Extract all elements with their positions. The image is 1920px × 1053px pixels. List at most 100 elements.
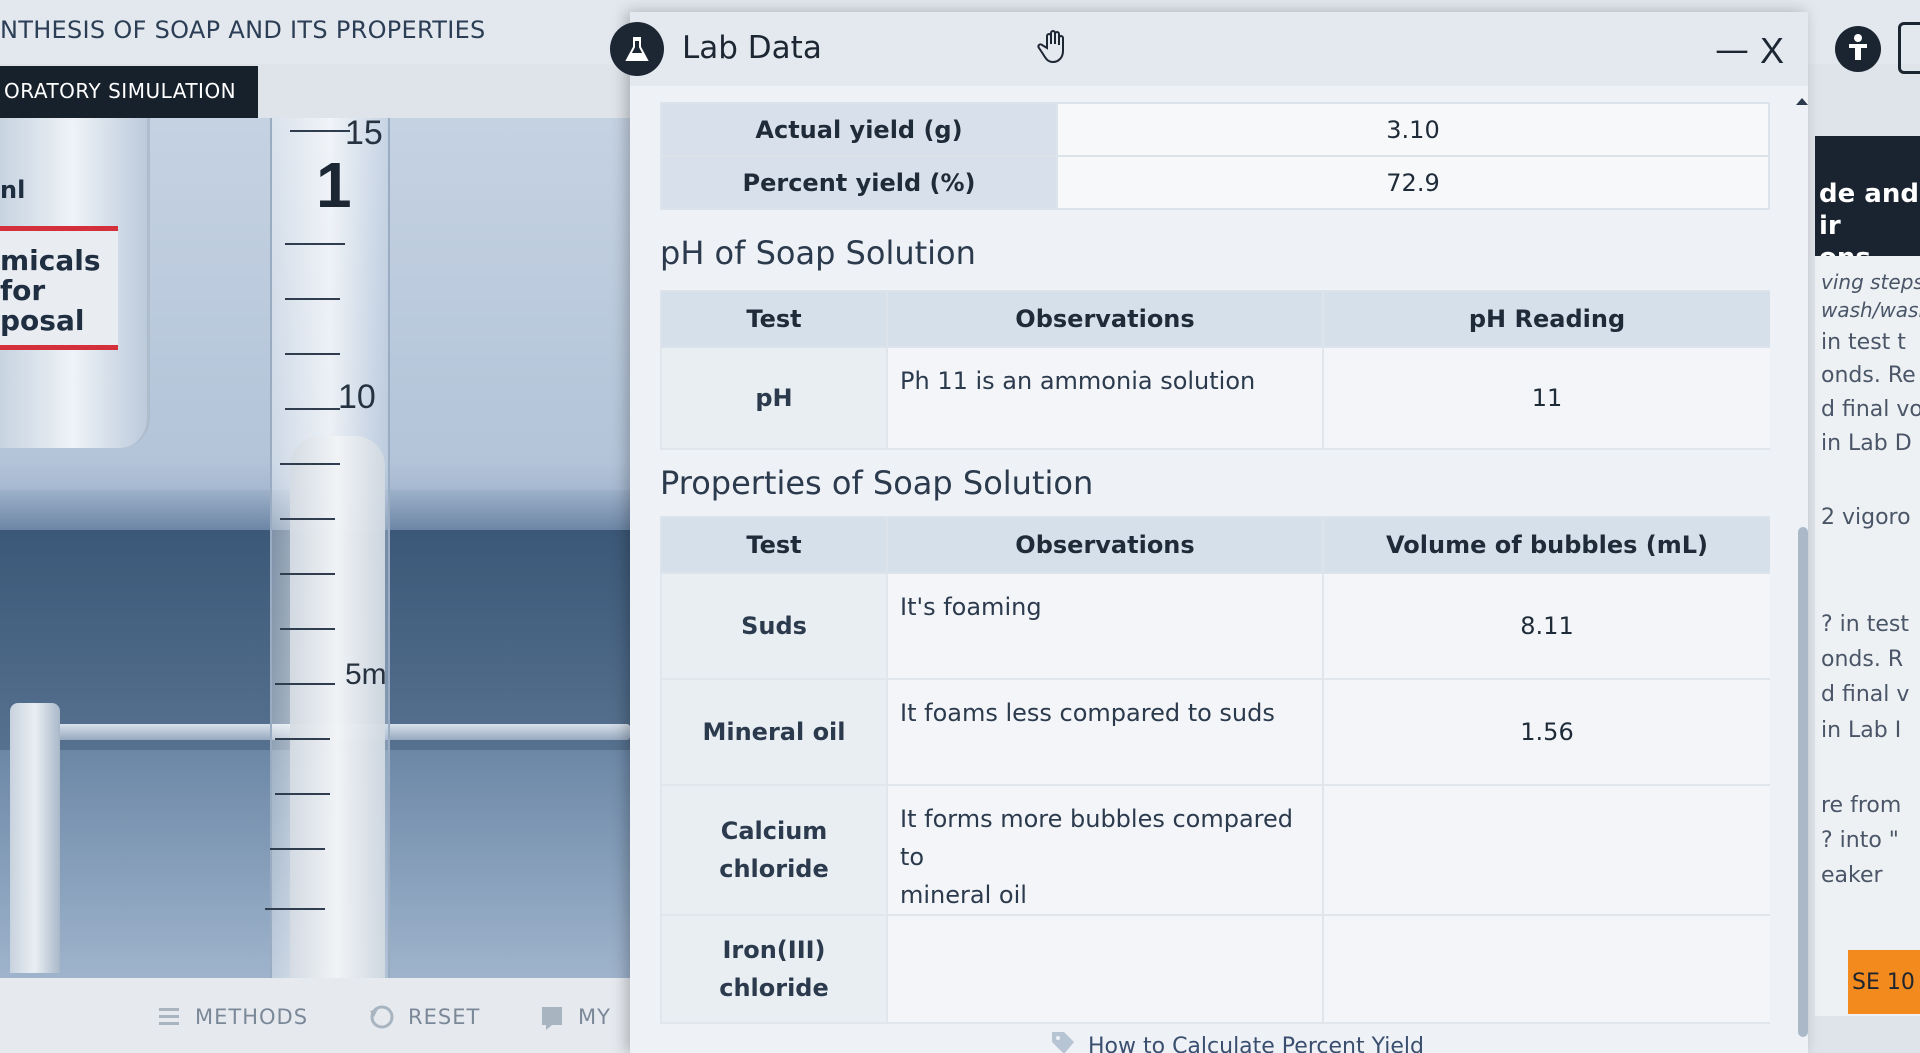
table-header-row: Test Observations pH Reading [660,290,1770,348]
my-notes-button[interactable]: MY [538,1000,611,1034]
dialog-title: Lab Data [682,30,822,66]
instruction-line: in Lab D [1821,431,1912,456]
my-label: MY [578,1005,611,1029]
volume-cell[interactable]: 1.56 [1322,678,1770,786]
column-header: Volume of bubbles (mL) [1322,516,1770,574]
volume-cell[interactable] [1322,914,1770,1024]
instruction-line: 2 vigoro [1821,505,1911,530]
lab-scene: nl micals for posal 15 1 10 5m [0,118,630,978]
scale-tick [280,518,335,520]
yield-table: Actual yield (g) 3.10 Percent yield (%) … [660,102,1770,210]
scale-tick [280,628,335,630]
instruction-line: d final v [1821,682,1910,707]
yield-label: Actual yield (g) [660,102,1058,157]
instruction-line: ? into " [1821,828,1899,853]
ph-reading-cell[interactable]: 11 [1322,346,1770,450]
scale-tick [285,298,340,300]
table-row: Actual yield (g) 3.10 [660,102,1770,157]
scale-tick [285,243,345,245]
table-row: Calcium chloride It forms more bubbles c… [660,784,1770,916]
properties-table: Test Observations Volume of bubbles (mL)… [660,516,1770,1024]
instruction-line: re from [1821,793,1902,818]
test-cell: Iron(III) chloride [660,914,888,1024]
scale-label-10: 10 [338,378,376,416]
scale-tick [270,848,325,850]
instruction-line: in test t [1821,330,1906,355]
scale-tick [265,908,325,910]
observation-cell[interactable]: Ph 11 is an ammonia solution [886,346,1324,450]
step-badge[interactable]: SE 10 [1848,950,1920,1014]
scale-tick [275,683,335,685]
close-button[interactable]: X [1760,30,1784,72]
scale-tick [275,793,330,795]
help-link-label: How to Calculate Percent Yield [1088,1033,1424,1053]
yield-value: 72.9 [1056,155,1770,210]
scale-tick [285,408,340,410]
lab-data-dialog: Lab Data — X Actual yield (g) 3.10 Perce… [610,12,1808,1053]
minimize-button[interactable]: — [1715,30,1749,70]
column-header: pH Reading [1322,290,1770,348]
test-cell: pH [660,346,888,450]
scale-label-5: 5m [345,658,387,691]
instruction-line: d final vo [1821,397,1920,422]
app-title: NTHESIS OF SOAP AND ITS PROPERTIES [0,16,486,44]
flask-icon [610,22,664,76]
accessibility-icon[interactable] [1835,26,1881,72]
stand-post [10,703,60,973]
volume-cell[interactable]: 8.11 [1322,572,1770,680]
column-header: Test [660,290,888,348]
instruction-line: onds. Re [1821,363,1916,388]
table-row: Percent yield (%) 72.9 [660,155,1770,210]
properties-section-title: Properties of Soap Solution [660,464,1094,502]
scale-label-big: 1 [316,149,352,221]
reset-icon [368,1003,396,1031]
scale-tick [285,353,340,355]
instruction-line: onds. R [1821,647,1904,672]
test-cell: Suds [660,572,888,680]
table-header-row: Test Observations Volume of bubbles (mL) [660,516,1770,574]
chemical-label-text: micals for posal [0,244,101,337]
observation-cell[interactable]: It's foaming [886,572,1324,680]
methods-label: METHODS [195,1005,309,1029]
dialog-header[interactable]: Lab Data — X [610,12,1808,86]
ph-table: Test Observations pH Reading pH Ph 11 is… [660,290,1770,450]
instruction-line: in Lab I [1821,718,1902,743]
methods-button[interactable]: METHODS [155,1000,308,1034]
dialog-content: Actual yield (g) 3.10 Percent yield (%) … [660,86,1770,1053]
note-icon [538,1003,566,1031]
scale-tick [290,130,350,132]
observation-cell[interactable]: It foams less compared to suds [886,678,1324,786]
column-header: Test [660,516,888,574]
percent-yield-help-link[interactable]: How to Calculate Percent Yield [1050,1030,1424,1053]
scale-tick [275,738,330,740]
table-row: Suds It's foaming 8.11 [660,572,1770,680]
table-row: Iron(III) chloride [660,914,1770,1024]
side-button[interactable] [1898,22,1920,74]
observation-cell[interactable]: It forms more bubbles compared to minera… [886,784,1324,916]
scale-tick [280,463,340,465]
hand-icon[interactable] [1035,26,1075,66]
instruction-line: ? in test [1821,612,1909,637]
scale-tick [280,573,335,575]
scrollbar-thumb[interactable] [1798,527,1808,1037]
volume-cell[interactable] [1322,784,1770,916]
observation-cell[interactable] [886,914,1324,1024]
ph-section-title: pH of Soap Solution [660,234,976,272]
test-cell: Mineral oil [660,678,888,786]
reset-label: RESET [408,1005,481,1029]
table-row: Mineral oil It foams less compared to su… [660,678,1770,786]
instructions-heading: de and ir ons [1815,136,1920,256]
instruction-line: wash/wasl [1821,298,1920,322]
scroll-up-icon[interactable] [1796,98,1808,105]
chemical-tab-text: nl [0,176,26,204]
column-header: Observations [886,290,1324,348]
tag-icon [1050,1030,1076,1053]
table-row: pH Ph 11 is an ammonia solution 11 [660,346,1770,450]
instruction-line: ving steps [1821,270,1920,294]
reset-button[interactable]: RESET [368,1000,480,1034]
yield-label: Percent yield (%) [660,155,1058,210]
column-header: Observations [886,516,1324,574]
instruction-line: eaker [1821,863,1883,888]
list-icon [155,1003,183,1031]
test-cell: Calcium chloride [660,784,888,916]
